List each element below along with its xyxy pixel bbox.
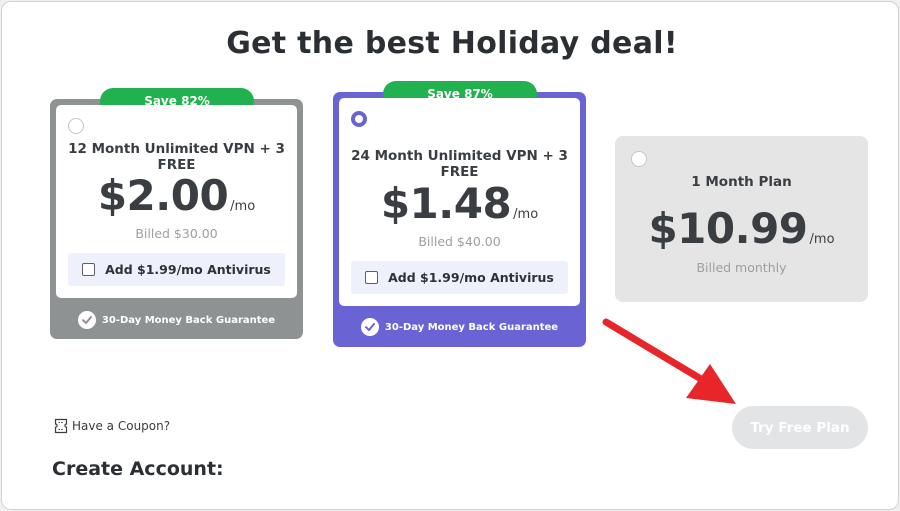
try-free-plan-button[interactable]: Try Free Plan — [732, 406, 868, 449]
coupon-label: Have a Coupon? — [72, 419, 171, 433]
guarantee-label: 30-Day Money Back Guarantee — [384, 321, 559, 333]
coupon-link[interactable]: Have a Coupon? — [54, 418, 170, 434]
plan-price: $2.00 — [97, 171, 229, 220]
antivirus-addon-option[interactable]: Add $1.99/mo Antivirus — [351, 261, 568, 294]
price-period: /mo — [513, 207, 539, 222]
money-back-guarantee: 30-Day Money Back Guarantee — [333, 315, 586, 339]
billing-note: Billed monthly — [696, 260, 787, 275]
plan-name: 1 Month Plan — [691, 174, 792, 190]
check-badge-icon — [77, 311, 96, 329]
price-row: $2.00/mo — [56, 171, 297, 220]
page-frame: Get the best Holiday deal! Save 82% 12 M… — [1, 1, 899, 510]
checkbox-icon[interactable] — [82, 263, 96, 276]
plan-name: 12 Month Unlimited VPN + 3 FREE — [68, 141, 285, 173]
plan-card-1-month[interactable]: 1 Month Plan $10.99/mo Billed monthly — [615, 136, 868, 302]
create-account-heading: Create Account: — [52, 458, 224, 480]
page-headline: Get the best Holiday deal! — [226, 26, 678, 61]
checkbox-icon[interactable] — [365, 271, 379, 284]
addon-label: Add $1.99/mo Antivirus — [388, 270, 554, 285]
addon-label: Add $1.99/mo Antivirus — [105, 262, 271, 277]
price-row: $10.99/mo — [615, 204, 868, 253]
check-badge-icon — [360, 318, 379, 336]
billing-note: Billed $40.00 — [418, 234, 501, 249]
billing-note: Billed $30.00 — [135, 226, 218, 241]
plan-card-24-month[interactable]: Save 87% 24 Month Unlimited VPN + 3 FREE… — [333, 81, 586, 347]
price-period: /mo — [809, 232, 835, 247]
plan-price: $1.48 — [380, 179, 512, 228]
plan-name: 24 Month Unlimited VPN + 3 FREE — [351, 148, 568, 180]
radio-icon[interactable] — [68, 118, 84, 134]
plan-card-12-month[interactable]: Save 82% 12 Month Unlimited VPN + 3 FREE… — [50, 88, 303, 339]
radio-icon[interactable] — [631, 151, 647, 167]
price-period: /mo — [230, 199, 256, 214]
guarantee-label: 30-Day Money Back Guarantee — [101, 314, 276, 326]
radio-icon[interactable] — [351, 111, 367, 127]
plan-card-body: 12 Month Unlimited VPN + 3 FREE $2.00/mo… — [56, 105, 297, 298]
plan-card-body: 24 Month Unlimited VPN + 3 FREE $1.48/mo… — [339, 98, 580, 306]
antivirus-addon-option[interactable]: Add $1.99/mo Antivirus — [68, 253, 285, 286]
money-back-guarantee: 30-Day Money Back Guarantee — [50, 308, 303, 332]
annotation-arrow — [602, 318, 736, 404]
plan-price: $10.99 — [648, 204, 808, 253]
coupon-icon — [54, 418, 68, 434]
price-row: $1.48/mo — [339, 179, 580, 228]
